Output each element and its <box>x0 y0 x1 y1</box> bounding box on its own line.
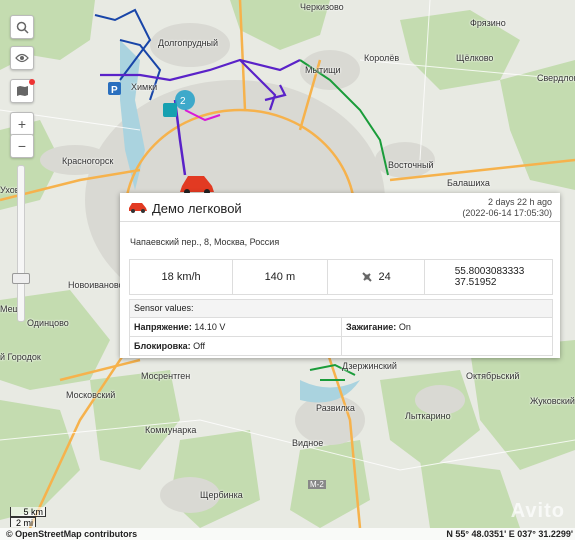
divider <box>120 221 560 222</box>
scale-mi: 2 mi <box>10 517 36 528</box>
place-label: Фрязино <box>470 18 506 28</box>
vehicle-address: Чапаевский пер., 8, Москва, Россия <box>130 237 280 247</box>
satellite-icon <box>361 272 372 282</box>
zoom-slider[interactable] <box>17 165 25 322</box>
coordinates-cell: 55.8003083333 37.51952 <box>425 260 552 294</box>
place-label: й Городок <box>0 352 41 362</box>
place-label: Октябрьский <box>466 371 520 381</box>
longitude-value: 37.51952 <box>454 277 497 288</box>
vehicle-info-popup: Демо легковой 2 days 22 h ago (2022-06-1… <box>120 193 560 358</box>
sensor-empty <box>341 337 552 355</box>
place-label: Черкизово <box>300 2 344 12</box>
place-label: Восточный <box>388 160 434 170</box>
cursor-coordinates: N 55° 48.0351' E 037° 31.2299' <box>446 529 573 539</box>
place-label: Дзержинский <box>342 361 397 371</box>
road-label: М-2 <box>308 480 326 489</box>
watermark: Avito <box>510 500 565 522</box>
sensor-table: Sensor values: Напряжение: 14.10 V Зажиг… <box>129 299 553 356</box>
zoom-in-button[interactable]: + <box>10 112 34 136</box>
notification-dot <box>29 79 35 85</box>
sensor-ignition: Зажигание: On <box>341 318 552 336</box>
map-attribution[interactable]: © OpenStreetMap contributors <box>6 529 137 539</box>
place-label: Балашиха <box>447 178 490 188</box>
zoom-out-button[interactable]: − <box>10 134 34 158</box>
last-update-datetime: (2022-06-14 17:05:30) <box>462 208 552 218</box>
place-label: Химки <box>131 82 158 92</box>
satellites-cell: 24 <box>328 260 425 294</box>
parking-label: P <box>111 85 118 96</box>
vehicle-marker[interactable] <box>163 103 177 117</box>
vehicle-name[interactable]: Демо легковой <box>152 201 242 216</box>
place-label: Новоивановс <box>68 280 124 290</box>
map-icon <box>16 86 28 96</box>
sensor-row: Напряжение: 14.10 V Зажигание: On <box>130 318 552 337</box>
speed-value: 18 km/h <box>130 260 234 294</box>
last-update-ago: 2 days 22 h ago <box>487 197 552 207</box>
zoom-slider-handle[interactable] <box>12 273 30 284</box>
sensor-table-title: Sensor values: <box>130 300 552 318</box>
distance-value: 140 m <box>233 260 328 294</box>
sensor-block: Блокировка: Off <box>134 341 205 351</box>
place-label: Красногорск <box>62 156 114 166</box>
place-label: Одинцово <box>27 318 69 328</box>
search-icon <box>16 21 29 34</box>
visibility-button[interactable] <box>10 46 34 70</box>
sensor-row: Блокировка: Off <box>130 337 552 355</box>
place-label: Видное <box>292 438 324 448</box>
place-label: Свердлов <box>537 73 575 83</box>
place-label: Московский <box>66 390 116 400</box>
satellites-count: 24 <box>378 271 391 283</box>
vehicle-stats: 18 km/h 140 m 24 55.8003083333 37.51952 <box>129 259 553 295</box>
place-label: Лыткарино <box>405 411 451 421</box>
place-label: Развилка <box>316 403 355 413</box>
latitude-value: 55.8003083333 <box>454 266 525 277</box>
scale-km: 5 km <box>10 507 46 517</box>
eye-icon <box>15 53 29 63</box>
sensor-voltage: Напряжение: 14.10 V <box>134 322 226 332</box>
place-label: Коммунарка <box>145 425 197 435</box>
place-label: Мосрентген <box>141 371 191 381</box>
place-label: Щербинка <box>200 490 243 500</box>
car-icon <box>129 203 147 213</box>
search-button[interactable] <box>10 15 34 39</box>
place-label: Королёв <box>364 53 400 63</box>
place-label: Щёлково <box>456 53 494 63</box>
place-label: Долгопрудный <box>158 38 219 48</box>
cluster-count: 2 <box>180 96 186 107</box>
place-label: Мытищи <box>305 65 341 75</box>
place-label: Жуковский <box>530 396 575 406</box>
